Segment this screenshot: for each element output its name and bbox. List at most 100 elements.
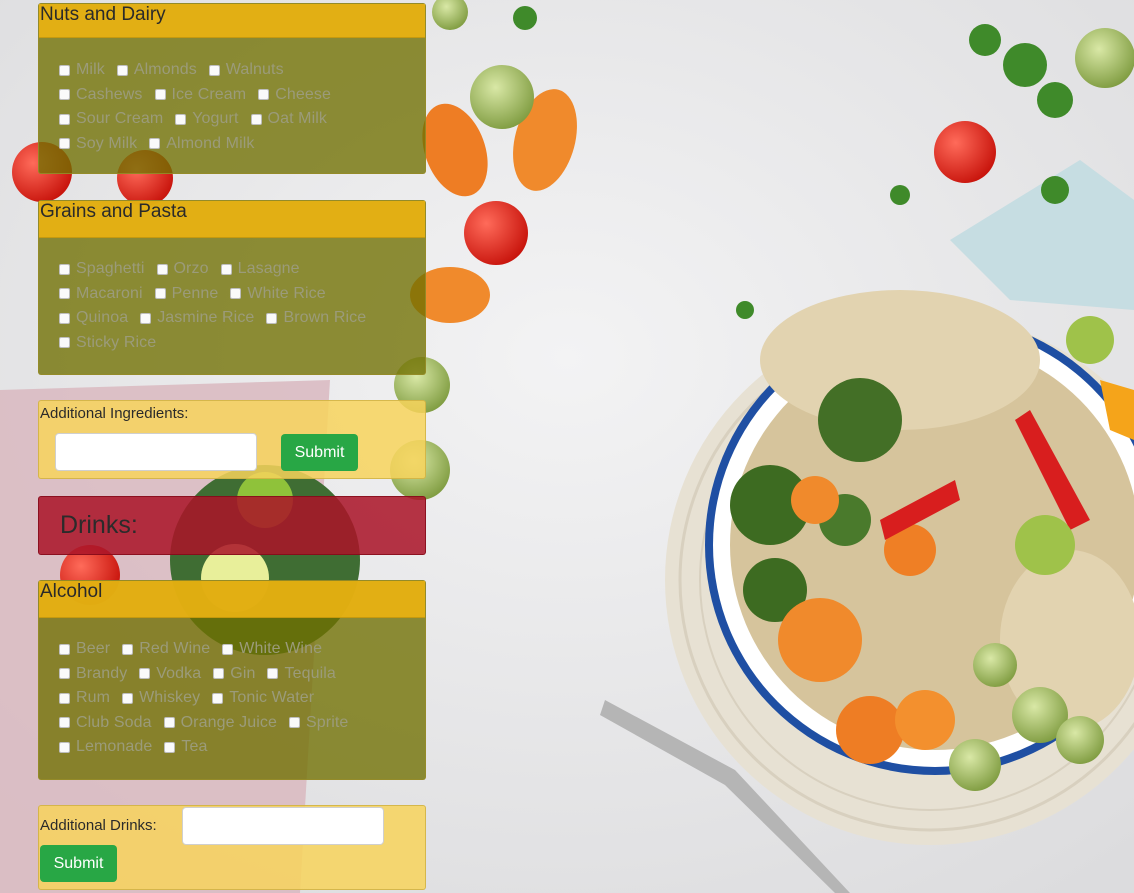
nuts-dairy-body: Milk Almonds Walnuts Cashews Ice Cream C… bbox=[39, 38, 425, 156]
checkbox-beer[interactable]: Beer bbox=[59, 640, 110, 658]
checkbox-box[interactable] bbox=[122, 643, 134, 655]
nuts-dairy-row: Cashews Ice Cream Cheese bbox=[59, 83, 425, 108]
checkbox-spaghetti[interactable]: Spaghetti bbox=[59, 260, 145, 278]
checkbox-jasmine-rice[interactable]: Jasmine Rice bbox=[140, 309, 254, 327]
checkbox-sour-cream[interactable]: Sour Cream bbox=[59, 110, 163, 128]
checkbox-label: Brandy bbox=[76, 664, 128, 682]
checkbox-whiskey[interactable]: Whiskey bbox=[122, 689, 200, 707]
checkbox-label: Penne bbox=[171, 284, 219, 302]
checkbox-soy-milk[interactable]: Soy Milk bbox=[59, 135, 137, 153]
checkbox-almond-milk[interactable]: Almond Milk bbox=[149, 135, 254, 153]
checkbox-box[interactable] bbox=[59, 288, 70, 300]
checkbox-box[interactable] bbox=[208, 64, 220, 76]
checkbox-box[interactable] bbox=[59, 312, 70, 324]
checkbox-box[interactable] bbox=[258, 89, 270, 101]
grains-pasta-row: Sticky Rice bbox=[59, 331, 425, 356]
checkbox-label: Red Wine bbox=[139, 640, 211, 658]
checkbox-box[interactable] bbox=[154, 288, 166, 300]
checkbox-label: Lemonade bbox=[76, 738, 153, 756]
checkbox-box[interactable] bbox=[59, 337, 70, 349]
checkbox-box[interactable] bbox=[250, 113, 262, 125]
checkbox-tonic-water[interactable]: Tonic Water bbox=[212, 689, 314, 707]
checkbox-oat-milk[interactable]: Oat Milk bbox=[250, 110, 327, 128]
checkbox-box[interactable] bbox=[59, 692, 70, 704]
checkbox-label: Cheese bbox=[275, 85, 331, 103]
checkbox-box[interactable] bbox=[59, 741, 70, 753]
checkbox-box[interactable] bbox=[59, 717, 70, 729]
checkbox-macaroni[interactable]: Macaroni bbox=[59, 285, 143, 303]
checkbox-box[interactable] bbox=[213, 668, 225, 680]
checkbox-box[interactable] bbox=[116, 64, 128, 76]
checkbox-box[interactable] bbox=[59, 64, 70, 76]
checkbox-rum[interactable]: Rum bbox=[59, 689, 110, 707]
checkbox-walnuts[interactable]: Walnuts bbox=[208, 61, 284, 79]
checkbox-orzo[interactable]: Orzo bbox=[156, 260, 209, 278]
checkbox-box[interactable] bbox=[267, 668, 279, 680]
checkbox-label: Spaghetti bbox=[76, 260, 145, 278]
checkbox-cashews[interactable]: Cashews bbox=[59, 86, 143, 104]
nuts-dairy-row: Sour Cream Yogurt Oat Milk bbox=[59, 107, 425, 132]
checkbox-box[interactable] bbox=[59, 138, 70, 150]
checkbox-box[interactable] bbox=[149, 138, 161, 150]
checkbox-label: White Rice bbox=[247, 284, 326, 302]
checkbox-club-soda[interactable]: Club Soda bbox=[59, 714, 152, 732]
checkbox-box[interactable] bbox=[163, 717, 175, 729]
checkbox-box[interactable] bbox=[156, 263, 168, 275]
checkbox-label: Almond Milk bbox=[166, 134, 255, 152]
checkbox-label: Beer bbox=[76, 640, 111, 658]
checkbox-box[interactable] bbox=[154, 89, 166, 101]
checkbox-milk[interactable]: Milk bbox=[59, 61, 105, 79]
checkbox-lemonade[interactable]: Lemonade bbox=[59, 738, 152, 756]
checkbox-quinoa[interactable]: Quinoa bbox=[59, 309, 128, 327]
checkbox-box[interactable] bbox=[59, 263, 70, 275]
additional-drinks-submit-button[interactable]: Submit bbox=[40, 845, 117, 882]
checkbox-tequila[interactable]: Tequila bbox=[267, 665, 336, 683]
alcohol-row: Brandy Vodka Gin Tequila bbox=[59, 662, 425, 687]
checkbox-red-wine[interactable]: Red Wine bbox=[122, 640, 210, 658]
checkbox-box[interactable] bbox=[122, 692, 134, 704]
checkbox-box[interactable] bbox=[59, 89, 70, 101]
alcohol-row: Rum Whiskey Tonic Water bbox=[59, 686, 425, 711]
checkbox-label: Gin bbox=[230, 664, 256, 682]
additional-drinks-input[interactable] bbox=[182, 807, 384, 845]
checkbox-brandy[interactable]: Brandy bbox=[59, 665, 127, 683]
additional-ingredients-submit-button[interactable]: Submit bbox=[281, 434, 358, 471]
checkbox-penne[interactable]: Penne bbox=[154, 284, 219, 303]
checkbox-sticky-rice[interactable]: Sticky Rice bbox=[59, 334, 156, 352]
checkbox-white-rice[interactable]: White Rice bbox=[230, 284, 326, 303]
checkbox-tea[interactable]: Tea bbox=[164, 738, 207, 756]
checkbox-label: Brown Rice bbox=[283, 309, 367, 327]
checkbox-box[interactable] bbox=[220, 263, 232, 275]
checkbox-box[interactable] bbox=[289, 717, 300, 729]
checkbox-white-wine[interactable]: White Wine bbox=[222, 640, 322, 658]
checkbox-lasagne[interactable]: Lasagne bbox=[220, 260, 300, 278]
nuts-dairy-header: Nuts and Dairy bbox=[39, 4, 425, 38]
checkbox-brown-rice[interactable]: Brown Rice bbox=[266, 309, 366, 327]
checkbox-yogurt[interactable]: Yogurt bbox=[175, 110, 238, 128]
checkbox-box[interactable] bbox=[230, 288, 242, 300]
checkbox-box[interactable] bbox=[59, 668, 70, 680]
checkbox-vodka[interactable]: Vodka bbox=[139, 665, 201, 683]
checkbox-label: Sticky Rice bbox=[76, 333, 157, 351]
checkbox-label: Soy Milk bbox=[76, 134, 138, 152]
additional-ingredients-input[interactable] bbox=[55, 433, 257, 471]
checkbox-box[interactable] bbox=[212, 692, 224, 704]
checkbox-ice-cream[interactable]: Ice Cream bbox=[154, 86, 247, 104]
checkbox-box[interactable] bbox=[164, 741, 176, 753]
grains-pasta-row: Quinoa Jasmine Rice Brown Rice bbox=[59, 306, 425, 331]
checkbox-box[interactable] bbox=[59, 113, 70, 125]
checkbox-box[interactable] bbox=[175, 113, 187, 125]
checkbox-gin[interactable]: Gin bbox=[213, 665, 255, 683]
nuts-dairy-card: Nuts and Dairy Milk Almonds Walnuts Cash… bbox=[38, 3, 426, 174]
checkbox-box[interactable] bbox=[139, 668, 151, 680]
checkbox-box[interactable] bbox=[59, 643, 70, 655]
checkbox-cheese[interactable]: Cheese bbox=[258, 86, 331, 104]
checkbox-sprite[interactable]: Sprite bbox=[289, 714, 348, 732]
checkbox-box[interactable] bbox=[140, 312, 152, 324]
alcohol-body: Beer Red Wine White Wine Brandy Vodka Gi… bbox=[39, 618, 425, 760]
checkbox-almonds[interactable]: Almonds bbox=[116, 61, 197, 79]
grains-pasta-row: Spaghetti Orzo Lasagne bbox=[59, 257, 425, 282]
checkbox-box[interactable] bbox=[266, 312, 278, 324]
checkbox-orange-juice[interactable]: Orange Juice bbox=[163, 714, 277, 732]
checkbox-box[interactable] bbox=[222, 643, 234, 655]
